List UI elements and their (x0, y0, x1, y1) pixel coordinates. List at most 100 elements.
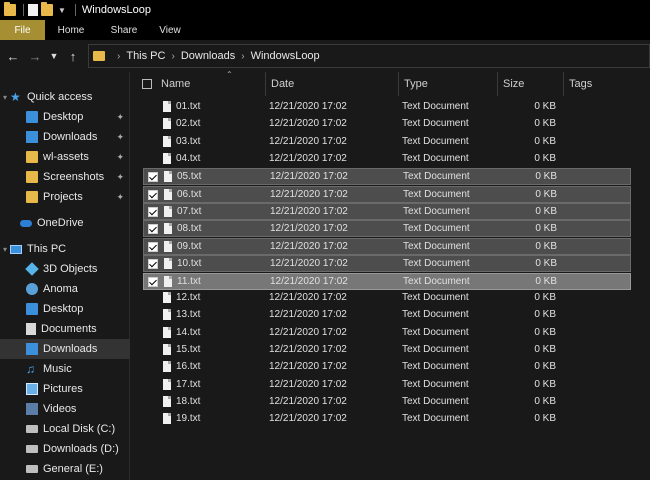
file-row[interactable]: 14.txt 12/21/2020 17:02 Text Document 0 KB (143, 325, 631, 342)
column-header-size[interactable]: Size (498, 72, 564, 96)
chevron-down-icon[interactable]: ▾ (0, 245, 10, 254)
address-bar[interactable]: › This PC › Downloads › WindowsLoop (88, 44, 650, 68)
tab-view[interactable]: View (151, 20, 189, 40)
sidebar-item-screenshots[interactable]: Screenshots ✦ (0, 167, 130, 187)
file-size: 0 KB (534, 135, 556, 147)
recent-locations-chevron-icon[interactable]: ▼ (48, 47, 60, 65)
file-date: 12/21/2020 17:02 (269, 309, 347, 321)
sidebar-item-music[interactable]: ♫ Music (0, 359, 130, 379)
file-name: 16.txt (176, 361, 201, 373)
column-header-type[interactable]: Type (399, 72, 498, 96)
customize-toolbar-chevron-icon[interactable]: ▼ (58, 6, 66, 15)
file-row[interactable]: 02.txt 12/21/2020 17:02 Text Document 0 KB (143, 116, 631, 133)
sidebar-item-desktop[interactable]: Desktop (0, 299, 130, 319)
file-row[interactable]: 03.txt 12/21/2020 17:02 Text Document 0 KB (143, 134, 631, 151)
sidebar-item-local-disk-c[interactable]: Local Disk (C:) (0, 419, 130, 439)
back-button[interactable]: ← (4, 47, 22, 65)
folder-icon[interactable] (4, 2, 16, 16)
breadcrumb-windowsloop[interactable]: WindowsLoop (251, 50, 320, 62)
file-date: 12/21/2020 17:02 (270, 206, 348, 218)
title-bar: ▼ WindowsLoop (0, 0, 650, 20)
sidebar-item-this-pc[interactable]: ▾ This PC (0, 239, 130, 259)
sidebar-item-downloads[interactable]: Downloads (0, 339, 130, 359)
sidebar-item-3d-objects[interactable]: 3D Objects (0, 259, 130, 279)
sidebar-item-label: Videos (43, 403, 77, 415)
row-checkbox[interactable] (148, 241, 158, 252)
file-type: Text Document (402, 361, 469, 373)
select-all-checkbox[interactable] (142, 79, 152, 89)
properties-icon[interactable] (28, 4, 38, 16)
file-row[interactable]: 16.txt 12/21/2020 17:02 Text Document 0 KB (143, 359, 631, 376)
column-header-tags[interactable]: Tags (564, 72, 650, 96)
column-header-name[interactable]: ⌃ Name (156, 70, 266, 96)
sidebar-item-quick-access[interactable]: ▾ ★ Quick access (0, 87, 130, 107)
sidebar-item-desktop-pinned[interactable]: Desktop ✦ (0, 107, 130, 127)
row-checkbox[interactable] (148, 224, 158, 235)
tab-home[interactable]: Home (45, 20, 97, 40)
file-row[interactable]: 18.txt 12/21/2020 17:02 Text Document 0 KB (143, 394, 631, 411)
file-type: Text Document (402, 135, 469, 147)
navigation-pane: ▾ ★ Quick access Desktop ✦ Downloads ✦ w… (0, 72, 130, 480)
file-size: 0 KB (534, 101, 556, 112)
sidebar-item-wl-assets[interactable]: wl-assets ✦ (0, 147, 130, 167)
sidebar-item-videos[interactable]: Videos (0, 399, 130, 419)
forward-button[interactable]: → (26, 47, 44, 65)
column-label: Date (271, 78, 295, 90)
folder-icon (26, 171, 38, 183)
file-date: 12/21/2020 17:02 (269, 378, 347, 390)
sidebar-item-anoma[interactable]: Anoma (0, 279, 130, 299)
file-row[interactable]: 09.txt 12/21/2020 17:02 Text Document 0 KB (143, 237, 631, 255)
row-checkbox[interactable] (148, 172, 158, 183)
chevron-right-icon[interactable]: › (171, 51, 174, 62)
file-type: Text Document (403, 258, 470, 270)
up-button[interactable]: ↑ (64, 47, 82, 65)
file-type: Text Document (403, 240, 470, 252)
new-folder-icon[interactable] (41, 2, 53, 16)
sidebar-item-documents[interactable]: Documents (0, 319, 130, 339)
tab-share[interactable]: Share (97, 20, 151, 40)
file-name: 02.txt (176, 118, 201, 130)
file-row[interactable]: 10.txt 12/21/2020 17:02 Text Document 0 KB (143, 255, 631, 273)
file-date: 12/21/2020 17:02 (269, 413, 347, 425)
row-checkbox[interactable] (148, 259, 158, 270)
sidebar-item-pictures[interactable]: Pictures (0, 379, 130, 399)
file-type: Text Document (402, 395, 469, 407)
file-row[interactable]: 05.txt 12/21/2020 17:02 Text Document 0 KB (143, 168, 631, 186)
row-checkbox[interactable] (148, 207, 158, 218)
tab-file[interactable]: File (0, 20, 45, 40)
row-checkbox[interactable] (148, 276, 158, 287)
file-row[interactable]: 08.txt 12/21/2020 17:02 Text Document 0 KB (143, 220, 631, 238)
file-row[interactable]: 17.txt 12/21/2020 17:02 Text Document 0 KB (143, 377, 631, 394)
sidebar-item-onedrive[interactable]: OneDrive (0, 213, 130, 233)
column-header-date[interactable]: Date (266, 72, 399, 96)
file-row[interactable]: 01.txt 12/21/2020 17:02 Text Document 0 KB (143, 99, 631, 116)
chevron-down-icon[interactable]: ▾ (0, 93, 10, 102)
breadcrumb-this-pc[interactable]: This PC (126, 50, 165, 62)
file-row[interactable]: 19.txt 12/21/2020 17:02 Text Document 0 KB (143, 411, 631, 428)
chevron-right-icon[interactable]: › (117, 51, 120, 62)
row-checkbox[interactable] (148, 189, 158, 200)
sidebar-item-downloads-pinned[interactable]: Downloads ✦ (0, 127, 130, 147)
file-type: Text Document (403, 223, 470, 235)
file-size: 0 KB (535, 240, 557, 252)
text-file-icon (163, 378, 171, 390)
file-row[interactable]: 11.txt 12/21/2020 17:02 Text Document 0 KB (143, 272, 631, 290)
chevron-right-icon[interactable]: › (241, 51, 244, 62)
file-row[interactable]: 12.txt 12/21/2020 17:02 Text Document 0 KB (143, 290, 631, 307)
file-row[interactable]: 07.txt 12/21/2020 17:02 Text Document 0 KB (143, 203, 631, 221)
breadcrumb-downloads[interactable]: Downloads (181, 50, 235, 62)
sidebar-item-label: Projects (43, 191, 83, 203)
sidebar-item-general-e[interactable]: General (E:) (0, 459, 130, 479)
file-row[interactable]: 04.txt 12/21/2020 17:02 Text Document 0 KB (143, 151, 631, 168)
file-row[interactable]: 06.txt 12/21/2020 17:02 Text Document 0 KB (143, 185, 631, 203)
sidebar-item-downloads-d[interactable]: Downloads (D:) (0, 439, 130, 459)
file-date: 12/21/2020 17:02 (269, 101, 347, 112)
file-type: Text Document (403, 275, 470, 287)
file-name: 12.txt (176, 291, 201, 303)
sidebar-item-label: This PC (27, 243, 67, 255)
ribbon-tabs: File Home Share View (0, 20, 650, 40)
sidebar-item-projects[interactable]: Projects ✦ (0, 187, 130, 207)
file-row[interactable]: 15.txt 12/21/2020 17:02 Text Document 0 KB (143, 342, 631, 359)
file-row[interactable]: 13.txt 12/21/2020 17:02 Text Document 0 KB (143, 307, 631, 324)
file-size: 0 KB (534, 343, 556, 355)
